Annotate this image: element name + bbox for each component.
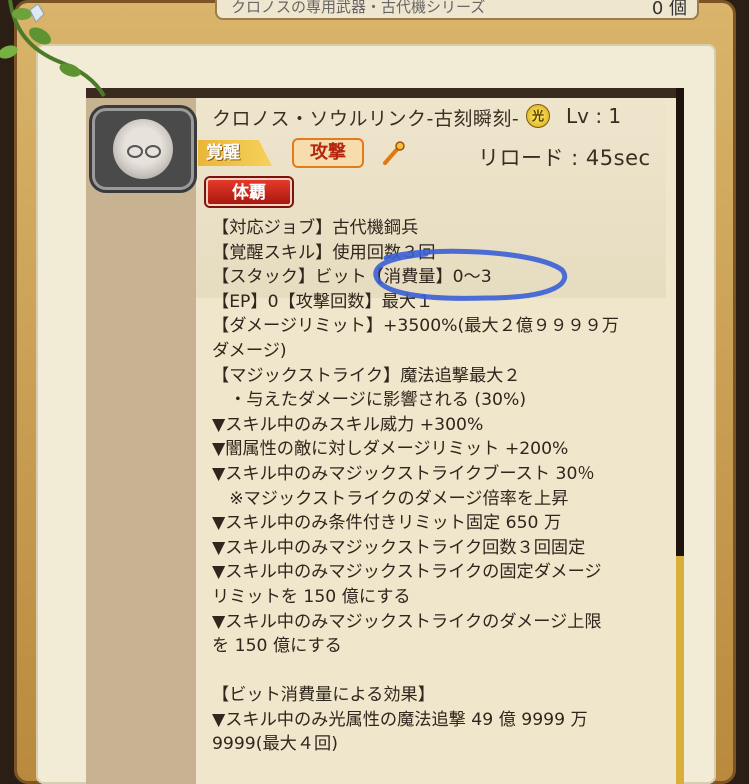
reload-time: リロード : 45sec (478, 146, 651, 170)
skill-name: クロノス・ソウルリンク-古刻瞬刻- (212, 108, 520, 130)
card-left-column (86, 98, 196, 784)
description-line: ▼闇属性の敵に対しダメージリミット +200% (212, 439, 569, 460)
avatar-portrait-icon (113, 119, 173, 179)
description-line: ・与えたダメージに影響される (30%) (212, 390, 527, 411)
attack-type-tag: 攻撃 (292, 138, 364, 168)
description-line: ダメージ) (212, 340, 287, 361)
vine-decoration-icon (0, 0, 106, 98)
description-line: ▼スキル中のみ条件付きリミット固定 650 万 (212, 513, 562, 534)
description-line: リミットを 150 億にする (212, 586, 411, 607)
description-line: ▼スキル中のみスキル威力 +300% (212, 414, 484, 435)
description-line: ※マジックストライクのダメージ倍率を上昇 (212, 488, 569, 509)
description-line: ▼スキル中のみマジックストライクの固定ダメージ (212, 562, 602, 583)
description-line (212, 659, 682, 684)
previous-item-strip[interactable]: クロノスの専用武器・古代機シリーズ 0 個 (215, 0, 699, 20)
description-line: ▼スキル中のみ光属性の魔法追撃 49 億 9999 万 (212, 709, 588, 730)
description-line: ▼スキル中のみマジックストライク回数３回固定 (212, 537, 586, 558)
card-divider (86, 88, 676, 98)
description-line: を 150 億にする (212, 636, 342, 657)
description-line: 【マジックストライク】魔法追撃最大２ (212, 365, 521, 386)
stamina-tag: 体覇 (206, 178, 292, 206)
character-avatar[interactable] (92, 108, 194, 190)
annotation-circle (373, 248, 568, 301)
previous-item-count: 0 個 (651, 0, 687, 19)
description-line: ▼スキル中のみマジックストライクのダメージ上限 (212, 611, 602, 632)
description-line: 【対応ジョブ】古代機鋼兵 (212, 218, 419, 238)
staff-weapon-icon (383, 141, 405, 165)
previous-item-title: クロノスの専用武器・古代機シリーズ (231, 0, 486, 16)
light-element-icon: 光 (526, 104, 550, 128)
description-line: 9999(最大４回) (212, 734, 338, 755)
skill-level: Lv : 1 (566, 104, 622, 128)
description-line: 【ダメージリミット】+3500%(最大２億９９９９万 (212, 316, 619, 337)
scrollbar-thumb[interactable] (676, 556, 684, 784)
description-line: 【ビット消費量による効果】 (212, 685, 435, 706)
description-line: ▼スキル中のみマジックストライクブースト 30％ (212, 463, 595, 484)
